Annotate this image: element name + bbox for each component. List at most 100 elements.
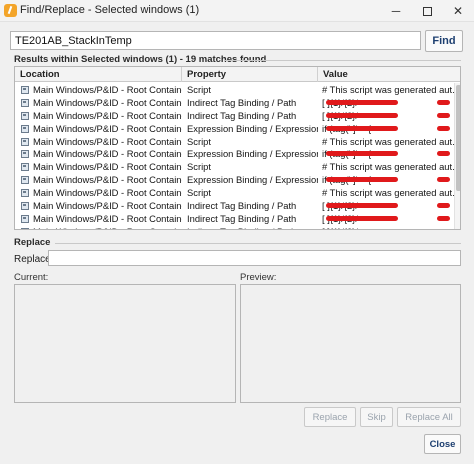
row-location: Main Windows/P&ID - Root Container.... — [21, 135, 182, 148]
redaction-mark — [437, 99, 450, 105]
current-label: Current: — [14, 272, 49, 283]
redaction-mark — [437, 228, 450, 229]
row-value: # This script was generated aut... — [322, 84, 454, 95]
table-row[interactable]: Main Windows/P&ID - Root Container.... In… — [15, 199, 454, 212]
window-icon — [21, 202, 29, 211]
redaction-mark — [326, 215, 398, 221]
window-icon — [21, 176, 29, 185]
row-location-text: Main Windows/P&ID - Root Container.... — [33, 109, 182, 121]
row-location: Main Windows/P&ID - Root Container.... — [21, 147, 182, 160]
app-icon — [4, 4, 17, 17]
row-property: Indirect Tag Binding / Path — [187, 212, 297, 224]
replace-input[interactable] — [48, 250, 461, 266]
row-property: Script — [187, 187, 211, 199]
row-location-text: Main Windows/P&ID - Root Container.... — [33, 122, 182, 134]
row-location: Main Windows/P&ID - Root Container.... — [21, 160, 182, 173]
row-location-text: Main Windows/P&ID - Root Container.... — [33, 187, 182, 199]
redaction-mark — [437, 151, 450, 157]
window-icon — [21, 124, 29, 133]
table-row[interactable]: Main Windows/P&ID - Root Container.... Ex… — [15, 173, 454, 186]
redaction-mark — [437, 203, 450, 209]
table-row[interactable]: Main Windows/P&ID - Root Container.... In… — [15, 109, 454, 122]
find-button[interactable]: Find — [425, 30, 463, 52]
redaction-mark — [437, 177, 450, 183]
minimize-button[interactable]: ─ — [381, 0, 411, 22]
window-icon — [21, 163, 29, 172]
redaction-mark — [437, 215, 450, 221]
redaction-mark — [326, 203, 398, 209]
row-property: Expression Binding / Expression — [187, 174, 318, 186]
redaction-mark — [326, 99, 398, 105]
row-location: Main Windows/P&ID - Root Container.... — [21, 173, 182, 186]
column-header-property[interactable]: Property — [182, 67, 318, 82]
replace-divider — [55, 243, 461, 244]
table-row[interactable]: Main Windows/P&ID - Root Container.... In… — [15, 225, 454, 229]
close-button[interactable]: Close — [424, 434, 461, 454]
table-row[interactable]: Main Windows/P&ID - Root Container.... In… — [15, 212, 454, 225]
row-location-text: Main Windows/P&ID - Root Container.... — [33, 174, 182, 186]
column-header-location[interactable]: Location — [15, 67, 182, 82]
redaction-mark — [326, 151, 398, 157]
column-header-value[interactable]: Value — [318, 67, 454, 82]
row-location: Main Windows/P&ID - Root Container.... — [21, 122, 182, 135]
scrollbar-thumb[interactable] — [456, 85, 460, 191]
redaction-mark — [326, 228, 398, 229]
title-bar: Find/Replace - Selected windows (1) ─ ✕ — [0, 0, 474, 22]
window-icon — [21, 214, 29, 223]
skip-button[interactable]: Skip — [360, 407, 393, 427]
table-row[interactable]: Main Windows/P&ID - Root Container.... Sc… — [15, 135, 454, 148]
row-property: Indirect Tag Binding / Path — [187, 200, 297, 212]
window-title: Find/Replace - Selected windows (1) — [20, 4, 200, 16]
replace-section-title: Replace — [14, 237, 51, 248]
preview-label: Preview: — [240, 272, 277, 283]
row-location-text: Main Windows/P&ID - Root Container.... — [33, 148, 182, 160]
table-body: Main Windows/P&ID - Root Container.... Sc… — [15, 83, 454, 229]
window-icon — [21, 98, 29, 107]
window-icon — [21, 189, 29, 198]
replace-button[interactable]: Replace — [304, 407, 356, 427]
row-value: # This script was generated aut... — [322, 161, 454, 173]
window-icon — [21, 137, 29, 146]
preview-pane[interactable] — [240, 284, 461, 403]
row-location: Main Windows/P&ID - Root Container.... — [21, 225, 182, 229]
replace-all-button[interactable]: Replace All — [397, 407, 461, 427]
table-row[interactable]: Main Windows/P&ID - Root Container.... Sc… — [15, 83, 454, 96]
table-row[interactable]: Main Windows/P&ID - Root Container.... Ex… — [15, 122, 454, 135]
redaction-mark — [326, 112, 398, 118]
row-property: Expression Binding / Expression — [187, 148, 318, 160]
current-pane[interactable] — [14, 284, 236, 403]
redaction-mark — [326, 125, 398, 131]
row-value: [ ]{1}/{2}/ — [322, 225, 454, 229]
row-property: Script — [187, 84, 211, 95]
window-icon — [21, 86, 29, 94]
row-location-text: Main Windows/P&ID - Root Container.... — [33, 226, 182, 229]
row-property: Indirect Tag Binding / Path — [187, 225, 318, 229]
redaction-mark — [437, 112, 450, 118]
row-location-text: Main Windows/P&ID - Root Container.... — [33, 96, 182, 108]
row-location-text: Main Windows/P&ID - Root Container.... — [33, 200, 182, 212]
results-divider — [224, 60, 461, 61]
table-row[interactable]: Main Windows/P&ID - Root Container.... In… — [15, 96, 454, 109]
row-location-text: Main Windows/P&ID - Root Container.... — [33, 135, 182, 147]
row-location-text: Main Windows/P&ID - Root Container.... — [33, 212, 182, 224]
maximize-icon — [422, 7, 432, 17]
results-table[interactable]: Location Property Value Main Windows/P&I… — [14, 66, 461, 230]
table-row[interactable]: Main Windows/P&ID - Root Container.... Ex… — [15, 147, 454, 160]
maximize-button[interactable] — [412, 0, 442, 22]
row-location-text: Main Windows/P&ID - Root Container.... — [33, 161, 182, 173]
row-location: Main Windows/P&ID - Root Container.... — [21, 212, 182, 225]
row-location: Main Windows/P&ID - Root Container.... — [21, 199, 182, 212]
row-location: Main Windows/P&ID - Root Container.... — [21, 83, 182, 96]
close-window-button[interactable]: ✕ — [443, 0, 473, 22]
row-property: Expression Binding / Expression — [187, 122, 318, 134]
window-icon — [21, 227, 29, 229]
table-row[interactable]: Main Windows/P&ID - Root Container.... Sc… — [15, 186, 454, 199]
row-property: Script — [187, 161, 211, 173]
redaction-mark — [437, 125, 450, 131]
row-property: Indirect Tag Binding / Path — [187, 96, 297, 108]
row-value: # This script was generated aut... — [322, 135, 454, 147]
table-row[interactable]: Main Windows/P&ID - Root Container.... Sc… — [15, 160, 454, 173]
vertical-scrollbar[interactable] — [454, 83, 460, 229]
window-icon — [21, 150, 29, 159]
search-input[interactable] — [10, 31, 421, 50]
